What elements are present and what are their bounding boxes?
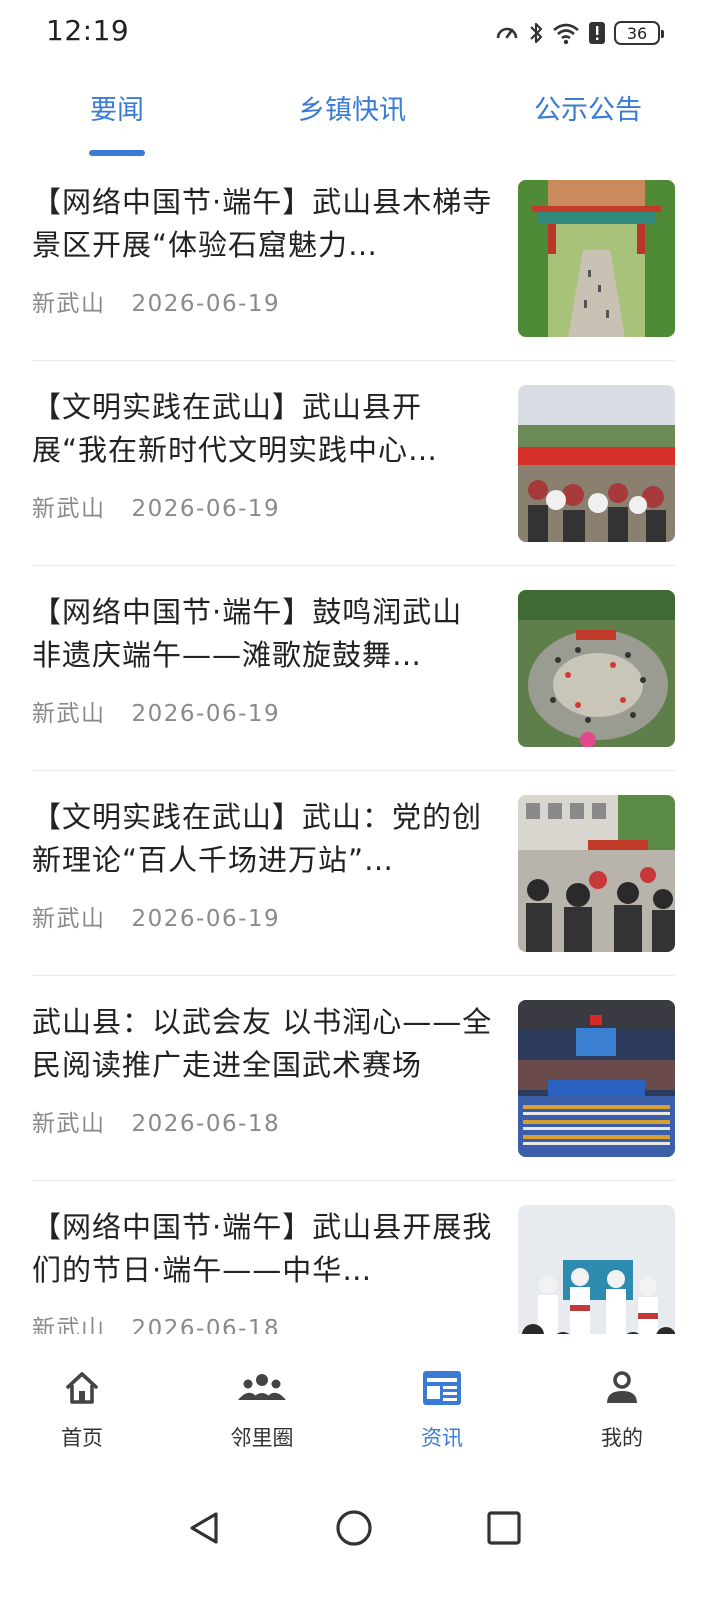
news-list: 【网络中国节·端午】武山县木梯寺景区开展“体验石窟魅力… 新武山 2026-06-… — [0, 168, 720, 1334]
tab-headlines[interactable]: 要闻 — [90, 88, 144, 127]
news-icon — [423, 1371, 461, 1405]
status-icons: 36 — [494, 18, 664, 48]
news-date: 2026-06-19 — [131, 291, 281, 317]
news-title: 【文明实践在武山】武山县开展“我在新时代文明实践中心… — [32, 390, 439, 467]
news-date: 2026-06-18 — [131, 1111, 281, 1137]
active-tab-indicator — [89, 150, 145, 156]
divider — [32, 565, 675, 566]
nav-home[interactable]: 首页 — [22, 1366, 142, 1452]
divider — [32, 360, 675, 361]
home-icon — [66, 1372, 98, 1404]
news-date: 2026-06-18 — [131, 1316, 281, 1334]
speed-icon — [496, 27, 518, 39]
news-title: 武山县：以武会友 以书润心——全民阅读推广走进全国武术赛场 — [32, 1005, 493, 1082]
news-item[interactable]: 武山县：以武会友 以书润心——全民阅读推广走进全国武术赛场 新武山 2026-06… — [32, 988, 675, 1193]
news-thumbnail[interactable] — [518, 1205, 675, 1334]
news-source: 新武山 — [32, 906, 106, 932]
news-date: 2026-06-19 — [131, 701, 281, 727]
news-meta: 新武山 2026-06-19 — [32, 489, 280, 523]
news-source: 新武山 — [32, 1111, 106, 1137]
back-icon[interactable] — [184, 1508, 224, 1548]
news-item[interactable]: 【网络中国节·端午】鼓鸣润武山 非遗庆端午——滩歌旋鼓舞… 新武山 2026-06… — [32, 578, 675, 783]
news-thumbnail[interactable] — [518, 590, 675, 747]
nav-label: 邻里圈 — [230, 1426, 294, 1450]
status-bar: 12:19 36 — [0, 0, 720, 64]
divider — [32, 770, 675, 771]
news-title: 【网络中国节·端午】鼓鸣润武山 非遗庆端午——滩歌旋鼓舞… — [32, 595, 463, 672]
profile-icon — [607, 1371, 637, 1403]
news-thumbnail[interactable] — [518, 795, 675, 952]
news-source: 新武山 — [32, 496, 106, 522]
news-thumbnail[interactable] — [518, 385, 675, 542]
home-circle-icon[interactable] — [334, 1508, 374, 1548]
news-date: 2026-06-19 — [131, 496, 281, 522]
news-meta: 新武山 2026-06-19 — [32, 899, 280, 933]
news-thumbnail[interactable] — [518, 180, 675, 337]
news-item[interactable]: 【网络中国节·端午】武山县开展我们的节日·端午——中华… 新武山 2026-06-… — [32, 1193, 675, 1334]
system-nav-bar — [0, 1490, 720, 1580]
divider — [32, 1180, 675, 1181]
news-thumbnail[interactable] — [518, 1000, 675, 1157]
nav-profile[interactable]: 我的 — [562, 1366, 682, 1452]
news-title: 【文明实践在武山】武山：党的创新理论“百人千场进万站”… — [32, 800, 483, 877]
recents-icon[interactable] — [484, 1508, 524, 1548]
status-time: 12:19 — [46, 14, 130, 47]
divider — [32, 975, 675, 976]
tab-announcements[interactable]: 公示公告 — [534, 88, 642, 127]
nav-label: 首页 — [61, 1426, 103, 1450]
category-tabs: 要闻 乡镇快讯 公示公告 — [0, 72, 720, 162]
bottom-nav: 首页 邻里圈 资讯 我的 — [0, 1348, 720, 1468]
alert-sim-icon — [589, 22, 605, 44]
news-title: 【网络中国节·端午】武山县木梯寺景区开展“体验石窟魅力… — [32, 185, 493, 262]
news-meta: 新武山 2026-06-19 — [32, 284, 280, 318]
news-item[interactable]: 【网络中国节·端午】武山县木梯寺景区开展“体验石窟魅力… 新武山 2026-06-… — [32, 168, 675, 373]
news-item[interactable]: 【文明实践在武山】武山县开展“我在新时代文明实践中心… 新武山 2026-06-1… — [32, 373, 675, 578]
news-item[interactable]: 【文明实践在武山】武山：党的创新理论“百人千场进万站”… 新武山 2026-06-… — [32, 783, 675, 988]
tab-town-news[interactable]: 乡镇快讯 — [298, 88, 406, 127]
battery-level: 36 — [626, 23, 648, 43]
news-title: 【网络中国节·端午】武山县开展我们的节日·端午——中华… — [32, 1210, 493, 1287]
nav-community[interactable]: 邻里圈 — [202, 1366, 322, 1452]
nav-news[interactable]: 资讯 — [382, 1366, 502, 1452]
community-icon — [238, 1374, 286, 1400]
news-date: 2026-06-19 — [131, 906, 281, 932]
bluetooth-icon — [530, 22, 543, 44]
battery-indicator: 36 — [614, 21, 664, 45]
news-meta: 新武山 2026-06-18 — [32, 1309, 280, 1334]
news-source: 新武山 — [32, 701, 106, 727]
news-meta: 新武山 2026-06-18 — [32, 1104, 280, 1138]
news-meta: 新武山 2026-06-19 — [32, 694, 280, 728]
wifi-icon — [553, 23, 579, 45]
nav-label: 我的 — [601, 1426, 643, 1450]
news-source: 新武山 — [32, 1316, 106, 1334]
news-source: 新武山 — [32, 291, 106, 317]
nav-label: 资讯 — [421, 1426, 463, 1450]
